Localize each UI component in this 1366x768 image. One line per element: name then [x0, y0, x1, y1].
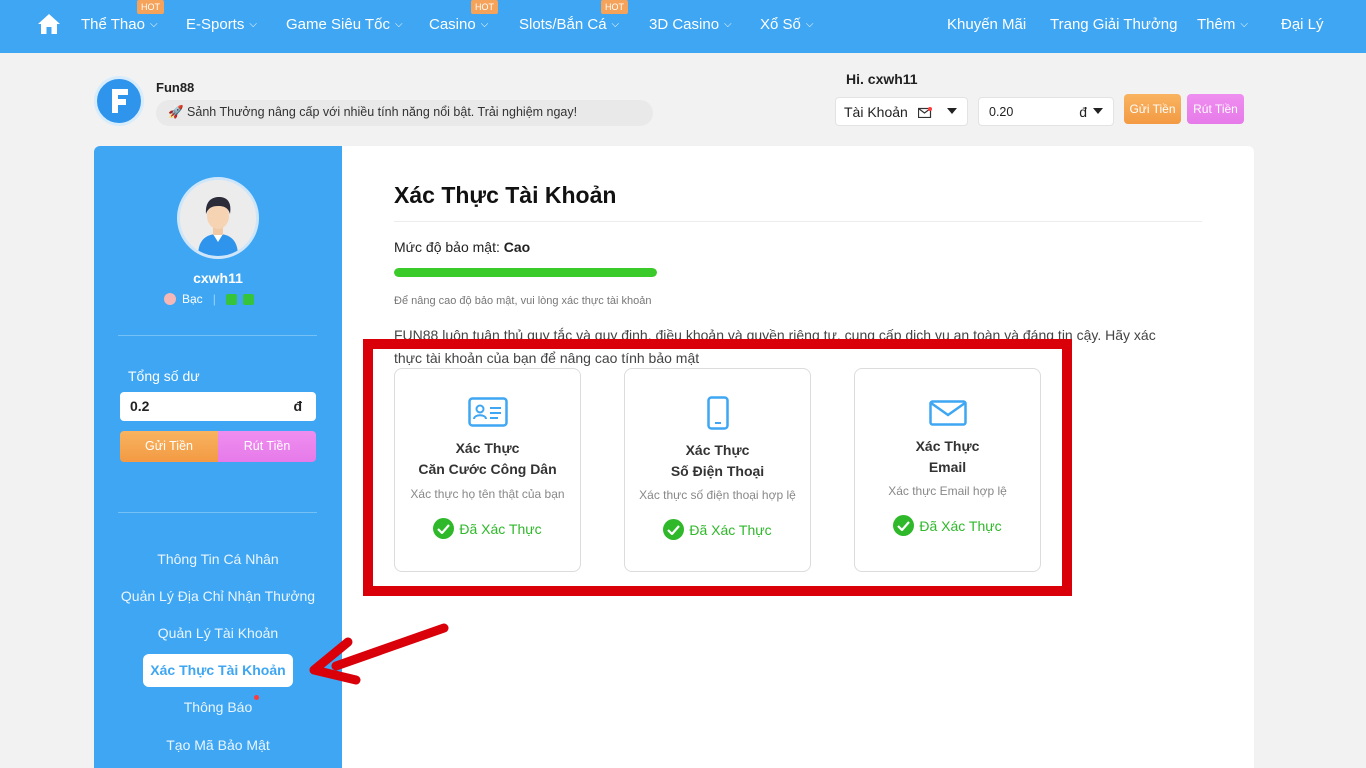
rank-label: Bạc: [182, 292, 203, 306]
arrow-annotation-icon: [309, 623, 449, 685]
sidebar-item-notifications[interactable]: Thông Báo: [94, 699, 342, 715]
currency-symbol: đ: [1079, 104, 1087, 120]
nav-item-the-thao[interactable]: HOT Thể Thao ⌵: [81, 0, 164, 33]
sidebar-deposit-button[interactable]: Gửi Tiền: [120, 431, 218, 462]
logo-f-icon: [112, 89, 128, 113]
nav-item-khuyen-mai[interactable]: Khuyến Mãi: [947, 16, 1026, 33]
nav-label: Khuyến Mãi: [947, 16, 1027, 33]
mail-icon: [917, 107, 932, 119]
highlight-box: [363, 339, 1072, 596]
nav-label: Xổ Số: [760, 16, 801, 33]
notification-dot: [254, 695, 259, 700]
top-nav: HOT Thể Thao ⌵ E-Sports ⌵ Game Siêu Tốc ⌵ H…: [0, 0, 1366, 53]
avatar[interactable]: [177, 177, 259, 259]
chevron-down-icon: ⌵: [805, 19, 814, 30]
balance-box: 0.2 đ: [120, 392, 316, 421]
nav-label: Đại Lý: [1281, 16, 1324, 33]
currency-symbol: đ: [293, 398, 302, 414]
nav-item-them[interactable]: Thêm ⌵: [1197, 16, 1248, 33]
hot-badge: HOT: [137, 0, 164, 14]
chevron-down-icon: ⌵: [480, 19, 489, 30]
nav-label: Slots/Bắn Cá: [519, 16, 607, 33]
balance-dropdown[interactable]: 0.20 đ: [978, 97, 1114, 126]
balance-label: Tổng số dư: [128, 368, 200, 384]
account-dropdown[interactable]: Tài Khoản: [835, 97, 968, 126]
chevron-down-icon: ⌵: [1240, 19, 1248, 30]
nav-item-trang-giai-thuong[interactable]: Trang Giải Thưởng: [1050, 16, 1177, 33]
nav-label: Game Siêu Tốc: [286, 16, 390, 33]
nav-item-casino[interactable]: HOT Casino ⌵: [429, 0, 498, 33]
nav-label: Thêm: [1197, 16, 1236, 33]
caret-down-icon: [947, 108, 957, 114]
chevron-down-icon: ⌵: [149, 19, 158, 30]
phone-verified-icon: [242, 293, 254, 305]
nav-label: 3D Casino: [649, 16, 720, 33]
balance-value: 0.2: [130, 398, 150, 414]
nav-item-game-sieu-toc[interactable]: Game Siêu Tốc ⌵: [286, 16, 403, 33]
email-verified-icon: [225, 293, 237, 305]
nav-item-xo-so[interactable]: Xổ Số ⌵: [760, 16, 813, 33]
fun88-logo[interactable]: [94, 76, 144, 126]
sidebar-item-reward-address[interactable]: Quản Lý Địa Chỉ Nhận Thưởng: [94, 588, 342, 604]
header-balance: 0.20: [989, 105, 1014, 119]
member-rank: Bạc |: [164, 292, 254, 306]
hot-badge: HOT: [601, 0, 628, 14]
security-level-value: Cao: [503, 239, 531, 255]
chevron-down-icon: ⌵: [611, 19, 620, 30]
nav-label: Casino: [429, 16, 476, 33]
page-title: Xác Thực Tài Khoản: [394, 182, 617, 208]
security-level: Mức độ bảo mật: Cao: [394, 239, 530, 255]
security-progress-fill: [394, 268, 657, 277]
sidebar-item-personal-info[interactable]: Thông Tin Cá Nhân: [94, 551, 342, 567]
account-label: Tài Khoản: [844, 104, 908, 120]
home-icon[interactable]: [37, 13, 61, 35]
caret-down-icon: [1093, 108, 1103, 114]
security-progress-bar: [394, 268, 657, 277]
chevron-down-icon: ⌵: [394, 19, 403, 30]
greeting: Hi. cxwh11: [846, 71, 918, 87]
sidebar-divider: [118, 335, 317, 336]
header-withdraw-button[interactable]: Rút Tiền: [1187, 94, 1244, 124]
lotus-icon: [164, 293, 176, 305]
user-avatar-icon: [180, 180, 256, 256]
header-deposit-button[interactable]: Gửi Tiền: [1124, 94, 1181, 124]
announcement-marquee[interactable]: 🚀 Sảnh Thưởng nâng cấp với nhiều tính nă…: [156, 100, 653, 126]
sidebar-username: cxwh11: [193, 270, 243, 286]
sidebar-item-account-verification[interactable]: Xác Thực Tài Khoản: [143, 654, 293, 687]
chevron-down-icon: ⌵: [249, 19, 257, 30]
security-level-label: Mức độ bảo mật:: [394, 239, 504, 255]
brand-name: Fun88: [156, 80, 195, 95]
sidebar-withdraw-button[interactable]: Rút Tiền: [218, 431, 316, 462]
sidebar-divider: [118, 512, 317, 513]
nav-item-slots-ban-ca[interactable]: HOT Slots/Bắn Cá ⌵: [519, 0, 628, 33]
security-hint: Để nâng cao độ bảo mật, vui lòng xác thự…: [394, 295, 652, 307]
nav-label: Trang Giải Thưởng: [1050, 16, 1178, 33]
chevron-down-icon: ⌵: [724, 19, 732, 30]
nav-item-3d-casino[interactable]: 3D Casino ⌵: [649, 16, 732, 33]
title-divider: [394, 221, 1202, 222]
hot-badge: HOT: [471, 0, 498, 14]
nav-label: E-Sports: [186, 16, 245, 33]
nav-item-esports[interactable]: E-Sports ⌵: [186, 16, 257, 33]
nav-item-dai-ly[interactable]: Đại Lý: [1281, 16, 1324, 33]
sidebar-item-security-code[interactable]: Tạo Mã Bảo Mật: [94, 737, 342, 753]
nav-label: Thể Thao: [81, 16, 145, 33]
